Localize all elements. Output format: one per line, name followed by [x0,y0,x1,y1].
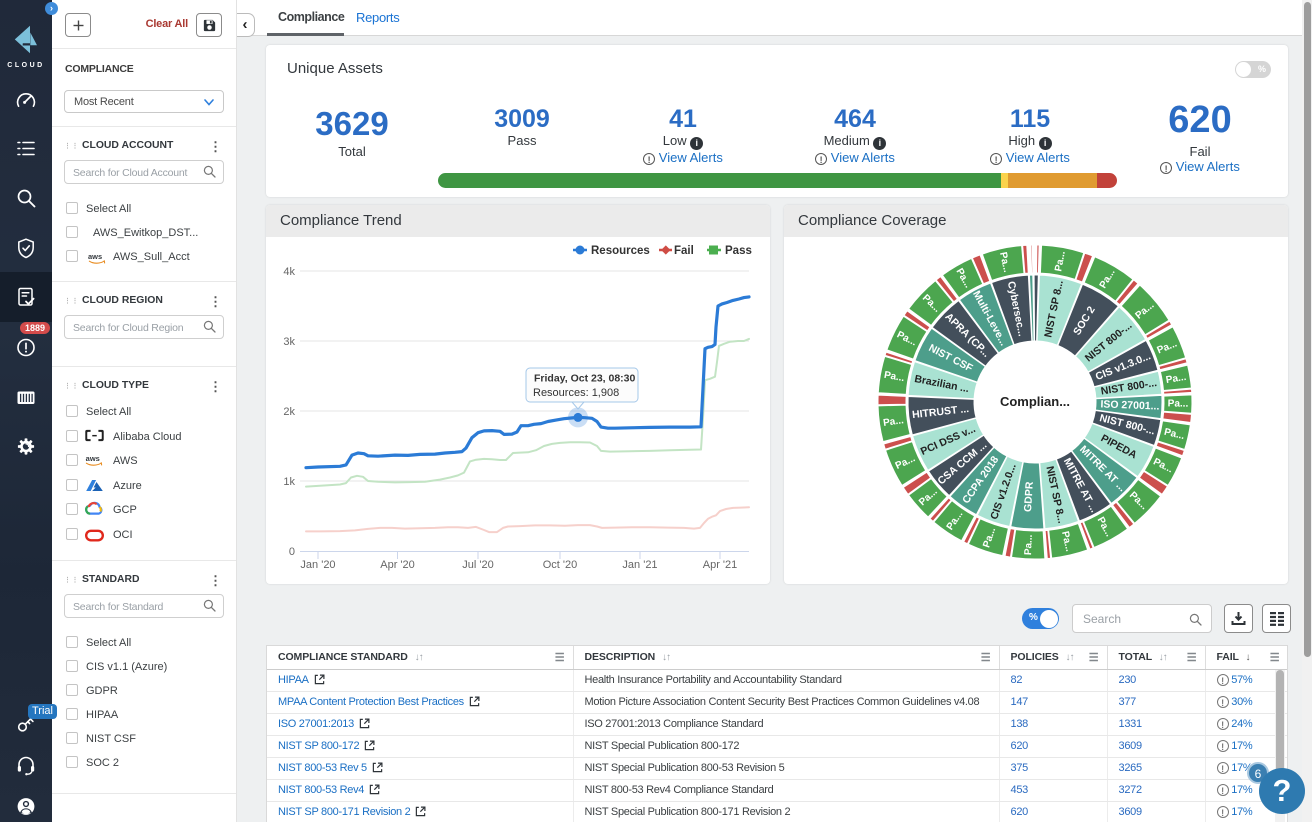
svg-text:aws: aws [86,454,100,463]
svg-text:Pa...: Pa... [1168,398,1189,409]
svg-text:Resources: Resources [591,245,650,257]
svg-text:aws: aws [88,252,102,261]
svg-text:Friday, Oct 23, 08:30: Friday, Oct 23, 08:30 [534,373,636,385]
svg-text:0: 0 [289,546,295,558]
svg-text:2k: 2k [283,406,295,418]
svg-text:4k: 4k [283,266,295,278]
svg-text:Pa...: Pa... [1023,534,1035,555]
svg-text:Resources: 1,908: Resources: 1,908 [533,387,619,399]
svg-text:Jan '21: Jan '21 [622,559,657,571]
svg-text:Jan '20: Jan '20 [300,559,335,571]
svg-text:Apr '20: Apr '20 [380,559,415,571]
svg-text:Pass: Pass [725,245,752,257]
svg-text:1k: 1k [283,476,295,488]
svg-text:Jul '20: Jul '20 [462,559,493,571]
svg-text:Oct '20: Oct '20 [543,559,578,571]
svg-text:Apr '21: Apr '21 [703,559,738,571]
svg-text:Fail: Fail [674,245,694,257]
svg-text:GDPR: GDPR [1022,481,1036,512]
svg-text:Complian...: Complian... [1000,394,1070,409]
svg-text:3k: 3k [283,336,295,348]
svg-text:ISO 27001...: ISO 27001... [1100,398,1159,412]
